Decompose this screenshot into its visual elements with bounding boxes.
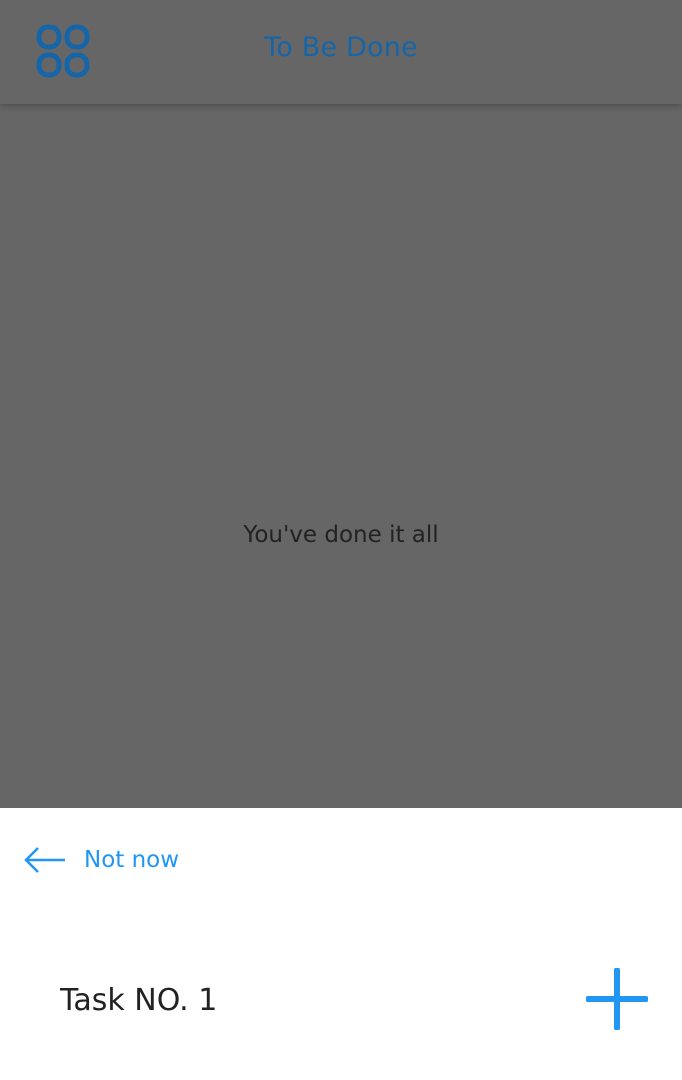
- not-now-label: Not now: [84, 847, 180, 873]
- app-root: To Be Done You've done it all Not now: [0, 0, 682, 1080]
- add-task-button[interactable]: [586, 968, 648, 1030]
- page-title: To Be Done: [264, 32, 418, 63]
- add-task-sheet: Not now: [0, 808, 682, 1080]
- app-header: To Be Done: [0, 0, 682, 104]
- plus-icon: [586, 968, 648, 1030]
- empty-state-message: You've done it all: [243, 522, 439, 548]
- arrow-left-icon: [24, 847, 65, 873]
- task-name-input[interactable]: [60, 978, 540, 1022]
- task-list-area: You've done it all: [0, 104, 682, 808]
- not-now-button[interactable]: Not now: [24, 844, 179, 876]
